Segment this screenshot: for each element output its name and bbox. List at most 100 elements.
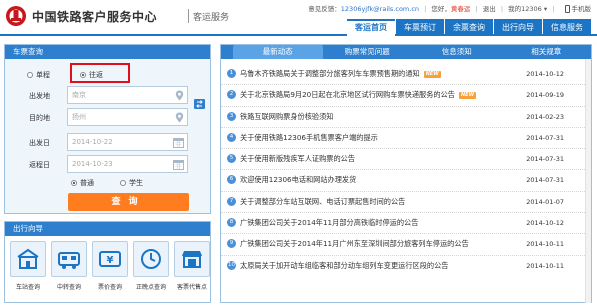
guide-item-station[interactable]: 车站查询 — [8, 241, 48, 291]
news-item[interactable]: 6 欢迎使用12306电话和网站办理发货 2014-07-31 — [221, 170, 591, 192]
news-date: 2014-02-23 — [526, 112, 564, 121]
news-number: 1 — [227, 69, 236, 78]
student-option[interactable]: 学生 — [120, 178, 143, 188]
student-label: 学生 — [129, 179, 143, 187]
news-date: 2014-10-11 — [526, 240, 564, 249]
divider: | — [552, 5, 555, 13]
news-item[interactable]: 7 关于调整部分车站互联网、电话订票起售时间的公告 2014-01-07 — [221, 192, 591, 214]
depart-date-input[interactable]: 2014-10-22 — [67, 133, 188, 151]
header: 中国铁路客户服务中心 客运服务 意见反馈：12306yjfk@rails.com… — [0, 0, 597, 36]
guide-label-agency: 客票代售点 — [176, 284, 207, 291]
svg-text:¥: ¥ — [107, 255, 114, 266]
news-date: 2014-07-31 — [526, 133, 564, 142]
news-number: 6 — [227, 175, 236, 185]
guide-item-fare[interactable]: ¥ 票价查询 — [90, 241, 130, 291]
guide-item-agency[interactable]: 客票代售点 — [172, 241, 212, 291]
news-item[interactable]: 4 关于使用铁路12306手机售票客户端的提示 2014-07-31 — [221, 128, 591, 150]
news-title-link[interactable]: 关于调整部分车站互联网、电话订票起售时间的公告 — [240, 197, 405, 207]
news-item[interactable]: 10 太原局关于加开动车组临客和部分动车组列车变更运行区段的公告 2014-10… — [221, 256, 591, 277]
news-number: 7 — [227, 196, 236, 206]
news-list: 1 乌鲁木齐铁路局关于调整部分旅客列车车票预售期的通知 NEW 2014-10-1… — [221, 64, 591, 277]
news-date: 2014-01-07 — [526, 197, 564, 206]
guide-item-transfer[interactable]: 中转查询 — [49, 241, 89, 291]
round-trip-radio[interactable] — [80, 72, 86, 78]
student-radio[interactable] — [120, 180, 126, 186]
news-item[interactable]: 9 广铁集团公司关于2014年11月广州东至深圳间部分旅客列车停运的公告 201… — [221, 234, 591, 256]
news-title-link[interactable]: 关于北京铁路局9月20日起在北京地区试行网购车票快递服务的公告 NEW — [240, 90, 477, 100]
tab-latest-news[interactable]: 最新动态 — [233, 45, 323, 59]
brand-title: 中国铁路客户服务中心 — [32, 10, 158, 24]
round-trip-label: 往返 — [89, 71, 103, 79]
fare-icon[interactable]: ¥ — [92, 241, 128, 277]
news-title-text[interactable]: 乌鲁木齐铁路局关于调整部分旅客列车车票预售期的通知 — [240, 69, 420, 78]
ordinary-radio[interactable] — [71, 180, 77, 186]
news-title-link[interactable]: 铁路互联网购票身份核验须知 — [240, 112, 333, 122]
return-date-input[interactable]: 2014-10-23 — [67, 155, 188, 173]
railway-logo-icon[interactable] — [5, 5, 27, 27]
location-pin-icon[interactable] — [175, 112, 184, 123]
transfer-icon[interactable] — [51, 241, 87, 277]
guide-label-transfer: 中转查询 — [56, 284, 81, 291]
feedback-email-link[interactable]: 12306yjfk@rails.com.cn — [341, 5, 419, 13]
news-number: 10 — [227, 260, 236, 270]
divider: | — [500, 5, 504, 13]
news-title-link[interactable]: 太原局关于加开动车组临客和部分动车组列车变更运行区段的公告 — [240, 261, 448, 271]
agency-icon[interactable] — [174, 241, 210, 277]
from-station-input[interactable]: 南京 — [67, 86, 188, 104]
nav-info-service[interactable]: 信息服务 — [543, 19, 591, 36]
depart-date-value: 2014-10-22 — [72, 138, 113, 146]
nav-travel-guide[interactable]: 出行向导 — [494, 19, 542, 36]
guide-item-delay[interactable]: 正晚点查询 — [131, 241, 171, 291]
tab-regulations[interactable]: 相关规章 — [502, 45, 592, 59]
user-name-link[interactable]: 黄春运 — [451, 5, 471, 13]
ordinary-option[interactable]: 普通 — [71, 178, 94, 188]
news-title-link[interactable]: 关于使用新版残疾军人证购票的公告 — [240, 154, 355, 164]
news-title-link[interactable]: 广铁集团公司关于2014年11月部分高铁临时停运的公告 — [240, 218, 418, 228]
divider: | — [475, 5, 478, 13]
depart-row: 出发日 2014-10-22 — [5, 133, 210, 151]
chevron-down-icon[interactable]: ▾ — [544, 5, 547, 13]
news-panel: 最新动态 购票常见问题 信息须知 相关规章 1 乌鲁木齐铁路局关于调整部分旅客列… — [220, 44, 592, 303]
to-station-input[interactable]: 扬州 — [67, 108, 188, 126]
from-row: 出发地 南京 — [5, 86, 210, 104]
news-number: 8 — [227, 218, 236, 228]
news-title-text[interactable]: 关于北京铁路局9月20日起在北京地区试行网购车票快递服务的公告 — [240, 90, 455, 99]
news-title-link[interactable]: 乌鲁木齐铁路局关于调整部分旅客列车车票预售期的通知 NEW — [240, 69, 441, 79]
mobile-version-link[interactable]: 手机版 — [572, 5, 592, 13]
logout-link[interactable]: 退出 — [483, 5, 496, 13]
round-trip-option[interactable]: 往返 — [80, 70, 103, 80]
news-title-link[interactable]: 关于使用铁路12306手机售票客户端的提示 — [240, 133, 378, 143]
calendar-icon[interactable] — [173, 137, 184, 148]
news-number: 9 — [227, 239, 236, 249]
news-number: 3 — [227, 111, 236, 121]
divider: | — [424, 5, 427, 13]
clock-icon[interactable] — [133, 241, 169, 277]
news-item[interactable]: 5 关于使用新版残疾军人证购票的公告 2014-07-31 — [221, 149, 591, 171]
to-station-value: 扬州 — [72, 113, 86, 121]
swap-stations-icon[interactable] — [193, 98, 206, 110]
news-item[interactable]: 2 关于北京铁路局9月20日起在北京地区试行网购车票快递服务的公告 NEW 201… — [221, 85, 591, 107]
news-date: 2014-07-31 — [526, 155, 564, 164]
calendar-icon[interactable] — [173, 159, 184, 170]
location-pin-icon[interactable] — [175, 90, 184, 101]
news-tabs: 最新动态 购票常见问题 信息须知 相关规章 — [221, 45, 591, 59]
news-title-link[interactable]: 欢迎使用12306电话和网站办理发货 — [240, 175, 356, 185]
my-12306-link[interactable]: 我的12306 — [508, 5, 542, 13]
ticket-search-panel: 车票查询 单程 往返 出发地 南京 目的地 扬州 出发日 2014-10-22 — [4, 44, 211, 214]
news-scrollbar[interactable] — [585, 59, 591, 303]
to-label: 目的地 — [29, 114, 50, 122]
station-icon[interactable] — [10, 241, 46, 277]
one-way-option[interactable]: 单程 — [27, 70, 50, 80]
nav-ticket-booking[interactable]: 车票预订 — [396, 19, 444, 36]
news-title-link[interactable]: 广铁集团公司关于2014年11月广州东至深圳间部分旅客列车停运的公告 — [240, 239, 469, 249]
tab-notices[interactable]: 信息须知 — [412, 45, 502, 59]
search-button[interactable]: 查询 — [68, 193, 189, 211]
from-label: 出发地 — [29, 92, 50, 100]
nav-remaining-tickets[interactable]: 余票查询 — [445, 19, 493, 36]
tab-faq[interactable]: 购票常见问题 — [323, 45, 413, 59]
news-item[interactable]: 3 铁路互联网购票身份核验须知 2014-02-23 — [221, 107, 591, 128]
news-item[interactable]: 8 广铁集团公司关于2014年11月部分高铁临时停运的公告 2014-10-12 — [221, 213, 591, 235]
news-item[interactable]: 1 乌鲁木齐铁路局关于调整部分旅客列车车票预售期的通知 NEW 2014-10-1… — [221, 64, 591, 86]
nav-home[interactable]: 客运首页 — [347, 19, 395, 36]
one-way-radio[interactable] — [27, 72, 33, 78]
